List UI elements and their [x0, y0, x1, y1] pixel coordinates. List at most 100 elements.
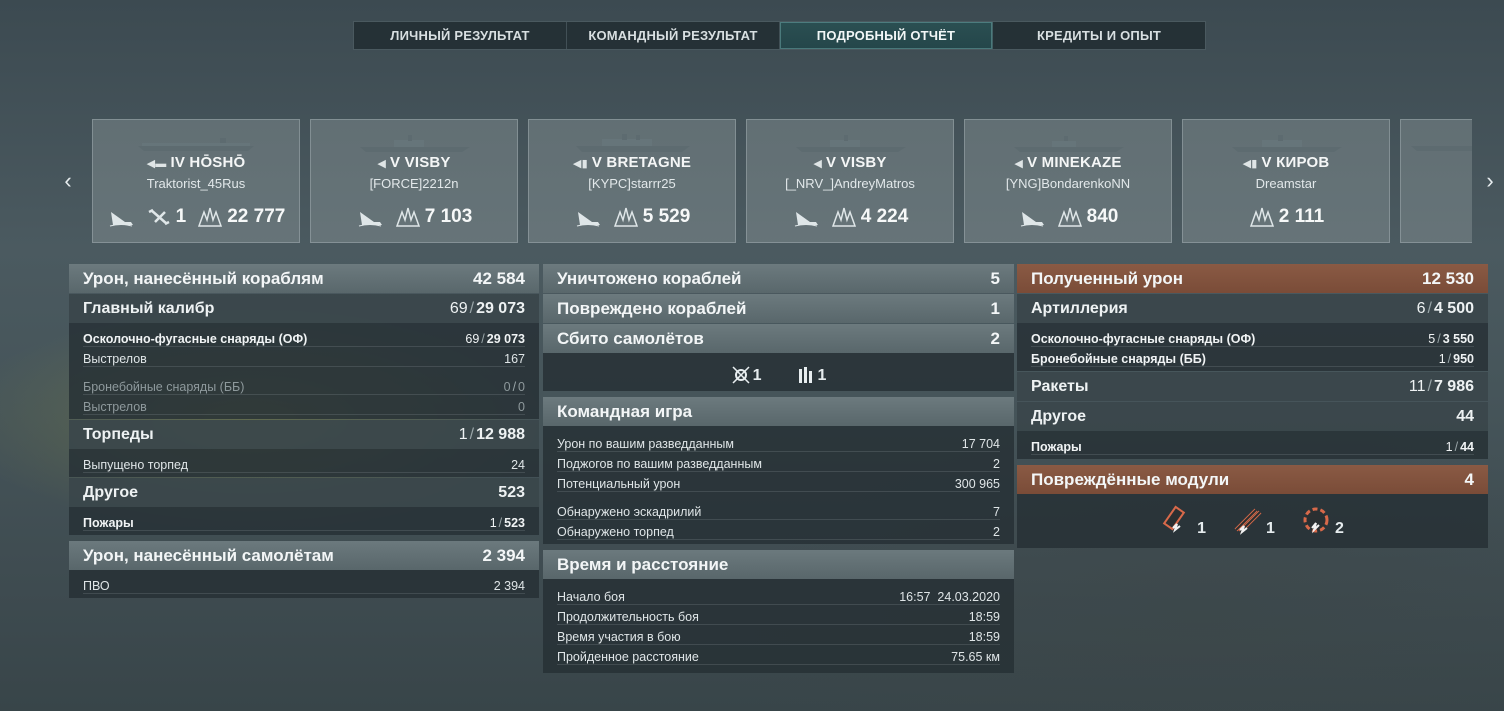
ship-tier: V	[1261, 154, 1272, 171]
main-caliber-hits: 69	[449, 299, 468, 317]
spotting-damage-row: Урон по вашим разведданным 17 704	[557, 432, 1000, 452]
ship-name: MINEKAZE	[1041, 154, 1122, 171]
fires-row: Пожары 1/523	[83, 511, 525, 531]
player-name: Dreamstar	[1255, 176, 1317, 191]
ship-card[interactable]: ◀▮ V КИРОВ Dreamstar 2 111	[1182, 119, 1390, 243]
potential-damage-row: Потенциальный урон 300 965	[557, 472, 1000, 492]
ship-tier: V	[591, 154, 603, 171]
tab-team-result[interactable]: КОМАНДНЫЙ РЕЗУЛЬТАТ	[567, 22, 780, 49]
battleship-class-icon: ◀▮	[572, 158, 588, 170]
received-total: 12 530	[1422, 268, 1474, 288]
received-other-value: 44	[1456, 407, 1474, 425]
other-damage: 523	[498, 483, 525, 501]
torpedoes-label: Торпеды	[83, 425, 154, 443]
crosshair-plane-icon	[732, 366, 750, 384]
team-play-title: Командная игра	[557, 401, 693, 421]
panel-title: Урон, нанесённый кораблям	[83, 268, 324, 288]
ap-shots-row: Выстрелов 0	[83, 395, 525, 415]
damaged-gun-icon	[1234, 508, 1262, 535]
ship-silhouette-icon	[576, 134, 690, 152]
participation-time-row: Время участия в бою 18:59	[557, 625, 1000, 645]
ship-card[interactable]: ◀ V MINEKAZE [YNG]BondarenkoNN 840	[964, 119, 1172, 243]
modules-title: Повреждённые модули	[1031, 469, 1230, 489]
tab-detailed-report[interactable]: ПОДРОБНЫЙ ОТЧЁТ	[780, 22, 993, 49]
gun-damage-count: 1	[1266, 520, 1275, 537]
ship-silhouette-icon	[796, 135, 906, 152]
damaged-torpedo-tube-icon	[1162, 505, 1186, 533]
player-name: Traktorist_45Rus	[146, 176, 246, 191]
ship-silhouette-icon	[138, 138, 254, 151]
ship-card[interactable]: ◀▮ V BRETAGNE [KYPC]starrr25 5 529	[528, 119, 736, 243]
ship-silhouette-icon	[1232, 135, 1342, 152]
tab-personal-result[interactable]: ЛИЧНЫЙ РЕЗУЛЬТАТ	[354, 22, 567, 49]
planes-count: 1	[175, 206, 187, 227]
received-other-label: Другое	[1031, 407, 1086, 425]
carrier-class-icon: ◀▬	[146, 158, 167, 170]
ship-card[interactable]: ◀ V VISBY [_NRV_]AndreyMatros 4 224	[746, 119, 954, 243]
damage-explosion-icon	[1249, 207, 1274, 227]
ship-name: VISBY	[840, 154, 887, 171]
ship-sunk-icon	[576, 212, 600, 227]
destroyer-class-icon: ◀	[377, 158, 387, 170]
ship-tier: V	[1027, 154, 1038, 171]
ship-sunk-icon	[1020, 212, 1044, 227]
artillery-label: Артиллерия	[1031, 299, 1128, 317]
ship-sunk-icon	[109, 212, 133, 227]
damage-explosion-icon	[198, 207, 223, 227]
damage-explosion-icon	[831, 207, 856, 227]
ship-carousel: ◀▬ IV HŌSHŌ Traktorist_45Rus 1 22 777 ◀ V …	[92, 119, 1472, 243]
chevron-right-icon[interactable]: ›	[1481, 166, 1499, 196]
ship-name: BRETAGNE	[606, 154, 692, 171]
ship-sunk-icon	[358, 212, 382, 227]
player-name: [YNG]BondarenkoNN	[1005, 176, 1131, 191]
planes-shot-value: 2	[990, 328, 1000, 348]
destroyed-label: Уничтожено кораблей	[557, 268, 742, 288]
damage-value: 840	[1086, 206, 1119, 227]
ship-silhouette-icon	[1014, 136, 1124, 152]
tab-credits-xp[interactable]: КРЕДИТЫ И ОПЫТ	[993, 22, 1205, 49]
received-title: Полученный урон	[1031, 268, 1184, 288]
damage-explosion-icon	[1057, 207, 1082, 227]
damage-value: 5 529	[642, 206, 691, 227]
other-label: Другое	[83, 483, 138, 501]
battle-start-row: Начало боя 16:57 24.03.2020	[557, 585, 1000, 605]
ship-tier: IV	[170, 154, 186, 171]
received-ap-row: Бронебойные снаряды (ББ) 1/950	[1031, 347, 1474, 367]
modules-total: 4	[1464, 469, 1474, 489]
ship-card[interactable]: ◀ V VISBY [FORCE]2212n 7 103	[310, 119, 518, 243]
ship-name: HŌSHŌ	[189, 154, 246, 171]
ship-card[interactable]: ◀▬ IV HŌSHŌ Traktorist_45Rus 1 22 777	[92, 119, 300, 243]
received-he-row: Осколочно-фугасные снаряды (ОФ) 5/3 550	[1031, 327, 1474, 347]
destroyer-class-icon: ◀	[813, 158, 823, 170]
received-fires-row: Пожары 1/44	[1031, 435, 1474, 455]
damage-received-panel: Полученный урон 12 530 Артиллерия 6/4 50…	[1017, 264, 1488, 548]
ship-silhouette-icon	[360, 135, 470, 152]
distance-row: Пройденное расстояние 75.65 км	[557, 645, 1000, 665]
player-name: [KYPC]starrr25	[588, 176, 676, 191]
player-name: [_NRV_]AndreyMatros	[785, 176, 915, 191]
ship-tier: V	[390, 154, 401, 171]
ship-card[interactable]	[1400, 119, 1472, 243]
spotting-fires-row: Поджогов по вашим разведданным 2	[557, 452, 1000, 472]
main-caliber-label: Главный калибр	[83, 299, 215, 317]
panel-total: 42 584	[473, 268, 525, 288]
aa-kill-count: 1	[817, 367, 827, 384]
ship-name: КИРОВ	[1276, 154, 1330, 171]
battle-duration-row: Продолжительность боя 18:59	[557, 605, 1000, 625]
torpedo-tube-damage-count: 1	[1197, 520, 1207, 537]
time-distance-title: Время и расстояние	[557, 554, 729, 574]
team-stats-panel: Уничтожено кораблей 5 Повреждено корабле…	[543, 264, 1014, 673]
damage-value: 22 777	[227, 206, 286, 227]
player-name: [FORCE]2212n	[369, 176, 459, 191]
damaged-engine-icon	[1303, 507, 1329, 534]
he-row: Осколочно-фугасные снаряды (ОФ) 69/29 073	[83, 327, 525, 347]
main-caliber-damage: 29 073	[476, 299, 525, 317]
chevron-left-icon[interactable]: ‹	[59, 166, 77, 196]
torpedoes-spotted-row: Обнаружено торпед 2	[557, 520, 1000, 540]
aa-guns-icon	[798, 367, 812, 383]
ship-tier: V	[826, 154, 837, 171]
destroyer-class-icon: ◀	[1014, 158, 1024, 170]
aa-row: ПВО 2 394	[83, 574, 525, 594]
damage-explosion-icon	[613, 207, 638, 227]
damage-dealt-panel: Урон, нанесённый кораблям 42 584 Главный…	[69, 264, 539, 598]
